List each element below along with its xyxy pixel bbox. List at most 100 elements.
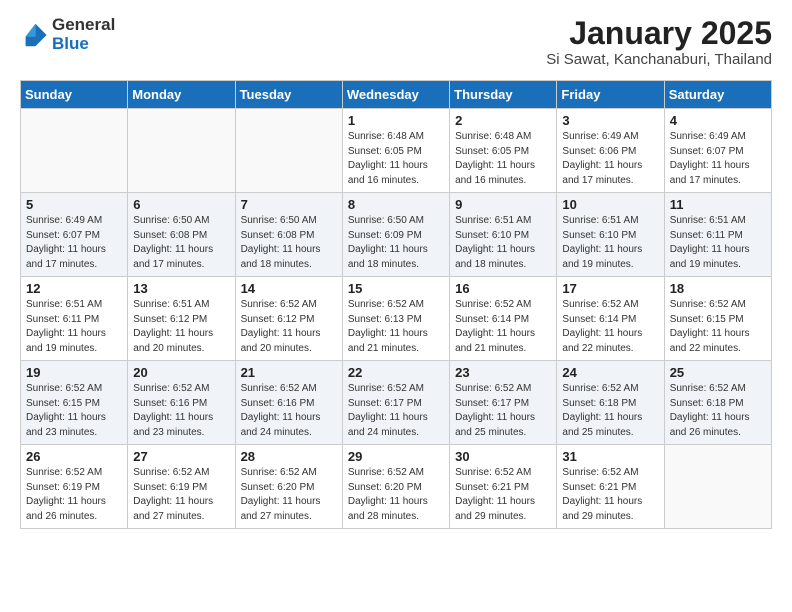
calendar-cell: 31 Sunrise: 6:52 AMSunset: 6:21 PMDayligh… — [557, 445, 664, 529]
calendar-cell: 30Sunrise: 6:52 AMSunset: 6:21 PMDayligh… — [450, 445, 557, 529]
day-number: 5 — [26, 197, 122, 212]
weekday-sunday: Sunday — [21, 81, 128, 109]
calendar-cell: 28Sunrise: 6:52 AMSunset: 6:20 PMDayligh… — [235, 445, 342, 529]
calendar-cell: 21Sunrise: 6:52 AMSunset: 6:16 PMDayligh… — [235, 361, 342, 445]
calendar-cell — [235, 109, 342, 193]
day-detail: Sunrise: 6:52 AMSunset: 6:12 PMDaylight:… — [241, 298, 337, 356]
day-detail: Sunrise: 6:48 AMSunset: 6:05 PMDaylight:… — [455, 130, 551, 188]
calendar-cell: 8 Sunrise: 6:50 AMSunset: 6:09 PMDaylight… — [342, 193, 449, 277]
day-number: 14 — [241, 281, 337, 296]
day-number: 24 — [562, 365, 658, 380]
calendar-cell: 27 Sunrise: 6:52 AMSunset: 6:19 PMDayligh… — [128, 445, 235, 529]
day-detail: Sunrise: 6:50 AMSunset: 6:08 PMDaylight:… — [133, 214, 229, 272]
logo-general: General — [52, 16, 115, 35]
day-number: 20 — [133, 365, 229, 380]
calendar-cell: 5 Sunrise: 6:49 AMSunset: 6:07 PMDaylight… — [21, 193, 128, 277]
day-detail: Sunrise: 6:52 AMSunset: 6:18 PMDaylight:… — [562, 382, 658, 440]
day-detail: Sunrise: 6:52 AMSunset: 6:15 PMDaylight:… — [26, 382, 122, 440]
calendar-cell — [128, 109, 235, 193]
day-detail: Sunrise: 6:50 AMSunset: 6:08 PMDaylight:… — [241, 214, 337, 272]
calendar-cell: 25 Sunrise: 6:52 AMSunset: 6:18 PMDayligh… — [664, 361, 771, 445]
day-number: 17 — [562, 281, 658, 296]
calendar-table: SundayMondayTuesdayWednesdayThursdayFrid… — [20, 80, 772, 529]
calendar-week-5: 26 Sunrise: 6:52 AMSunset: 6:19 PMDayligh… — [21, 445, 772, 529]
day-detail: Sunrise: 6:49 AMSunset: 6:07 PMDaylight:… — [670, 130, 766, 188]
day-detail: Sunrise: 6:52 AMSunset: 6:19 PMDaylight:… — [26, 466, 122, 524]
day-number: 6 — [133, 197, 229, 212]
day-number: 21 — [241, 365, 337, 380]
day-number: 11 — [670, 197, 766, 212]
day-detail: Sunrise: 6:52 AMSunset: 6:16 PMDaylight:… — [133, 382, 229, 440]
calendar-cell: 10Sunrise: 6:51 AMSunset: 6:10 PMDayligh… — [557, 193, 664, 277]
day-number: 12 — [26, 281, 122, 296]
title-section: January 2025 Si Sawat, Kanchanaburi, Tha… — [546, 16, 772, 68]
day-detail: Sunrise: 6:52 AMSunset: 6:14 PMDaylight:… — [455, 298, 551, 356]
calendar-cell: 19 Sunrise: 6:52 AMSunset: 6:15 PMDayligh… — [21, 361, 128, 445]
logo-blue: Blue — [52, 35, 115, 54]
calendar-cell: 15 Sunrise: 6:52 AMSunset: 6:13 PMDayligh… — [342, 277, 449, 361]
day-detail: Sunrise: 6:52 AMSunset: 6:18 PMDaylight:… — [670, 382, 766, 440]
calendar-cell: 22 Sunrise: 6:52 AMSunset: 6:17 PMDayligh… — [342, 361, 449, 445]
day-number: 1 — [348, 113, 444, 128]
day-number: 8 — [348, 197, 444, 212]
day-number: 23 — [455, 365, 551, 380]
calendar-cell — [21, 109, 128, 193]
day-number: 15 — [348, 281, 444, 296]
day-number: 25 — [670, 365, 766, 380]
day-detail: Sunrise: 6:52 AMSunset: 6:19 PMDaylight:… — [133, 466, 229, 524]
calendar-week-2: 5 Sunrise: 6:49 AMSunset: 6:07 PMDaylight… — [21, 193, 772, 277]
day-number: 30 — [455, 449, 551, 464]
calendar-cell: 29Sunrise: 6:52 AMSunset: 6:20 PMDayligh… — [342, 445, 449, 529]
day-detail: Sunrise: 6:52 AMSunset: 6:21 PMDaylight:… — [562, 466, 658, 524]
calendar-cell: 18Sunrise: 6:52 AMSunset: 6:15 PMDayligh… — [664, 277, 771, 361]
calendar-cell: 16 Sunrise: 6:52 AMSunset: 6:14 PMDayligh… — [450, 277, 557, 361]
day-number: 10 — [562, 197, 658, 212]
weekday-friday: Friday — [557, 81, 664, 109]
day-detail: Sunrise: 6:52 AMSunset: 6:14 PMDaylight:… — [562, 298, 658, 356]
day-number: 31 — [562, 449, 658, 464]
calendar-cell: 4 Sunrise: 6:49 AMSunset: 6:07 PMDaylight… — [664, 109, 771, 193]
day-detail: Sunrise: 6:52 AMSunset: 6:13 PMDaylight:… — [348, 298, 444, 356]
calendar-cell: 3Sunrise: 6:49 AMSunset: 6:06 PMDaylight… — [557, 109, 664, 193]
calendar-cell: 14 Sunrise: 6:52 AMSunset: 6:12 PMDayligh… — [235, 277, 342, 361]
weekday-wednesday: Wednesday — [342, 81, 449, 109]
day-detail: Sunrise: 6:51 AMSunset: 6:10 PMDaylight:… — [455, 214, 551, 272]
weekday-thursday: Thursday — [450, 81, 557, 109]
calendar-cell: 11 Sunrise: 6:51 AMSunset: 6:11 PMDayligh… — [664, 193, 771, 277]
day-number: 22 — [348, 365, 444, 380]
day-detail: Sunrise: 6:49 AMSunset: 6:07 PMDaylight:… — [26, 214, 122, 272]
day-detail: Sunrise: 6:51 AMSunset: 6:11 PMDaylight:… — [26, 298, 122, 356]
day-detail: Sunrise: 6:48 AMSunset: 6:05 PMDaylight:… — [348, 130, 444, 188]
day-detail: Sunrise: 6:52 AMSunset: 6:17 PMDaylight:… — [348, 382, 444, 440]
day-number: 4 — [670, 113, 766, 128]
calendar-cell: 17 Sunrise: 6:52 AMSunset: 6:14 PMDayligh… — [557, 277, 664, 361]
day-number: 19 — [26, 365, 122, 380]
day-detail: Sunrise: 6:52 AMSunset: 6:17 PMDaylight:… — [455, 382, 551, 440]
day-number: 28 — [241, 449, 337, 464]
day-detail: Sunrise: 6:49 AMSunset: 6:06 PMDaylight:… — [562, 130, 658, 188]
calendar-week-4: 19 Sunrise: 6:52 AMSunset: 6:15 PMDayligh… — [21, 361, 772, 445]
day-detail: Sunrise: 6:52 AMSunset: 6:20 PMDaylight:… — [348, 466, 444, 524]
month-title: January 2025 — [546, 16, 772, 51]
calendar-cell: 24 Sunrise: 6:52 AMSunset: 6:18 PMDayligh… — [557, 361, 664, 445]
calendar-cell: 26 Sunrise: 6:52 AMSunset: 6:19 PMDayligh… — [21, 445, 128, 529]
day-detail: Sunrise: 6:51 AMSunset: 6:11 PMDaylight:… — [670, 214, 766, 272]
calendar-cell: 6 Sunrise: 6:50 AMSunset: 6:08 PMDaylight… — [128, 193, 235, 277]
calendar-body: 1 Sunrise: 6:48 AMSunset: 6:05 PMDaylight… — [21, 109, 772, 529]
day-number: 13 — [133, 281, 229, 296]
day-number: 27 — [133, 449, 229, 464]
calendar-cell: 7Sunrise: 6:50 AMSunset: 6:08 PMDaylight… — [235, 193, 342, 277]
logo-icon — [20, 21, 48, 49]
weekday-header-row: SundayMondayTuesdayWednesdayThursdayFrid… — [21, 81, 772, 109]
calendar-cell: 2Sunrise: 6:48 AMSunset: 6:05 PMDaylight… — [450, 109, 557, 193]
day-number: 18 — [670, 281, 766, 296]
calendar-week-3: 12 Sunrise: 6:51 AMSunset: 6:11 PMDayligh… — [21, 277, 772, 361]
day-number: 16 — [455, 281, 551, 296]
day-detail: Sunrise: 6:50 AMSunset: 6:09 PMDaylight:… — [348, 214, 444, 272]
calendar-cell: 20 Sunrise: 6:52 AMSunset: 6:16 PMDayligh… — [128, 361, 235, 445]
location-title: Si Sawat, Kanchanaburi, Thailand — [546, 51, 772, 68]
day-number: 9 — [455, 197, 551, 212]
logo: General Blue — [20, 16, 115, 53]
calendar-cell — [664, 445, 771, 529]
day-number: 26 — [26, 449, 122, 464]
